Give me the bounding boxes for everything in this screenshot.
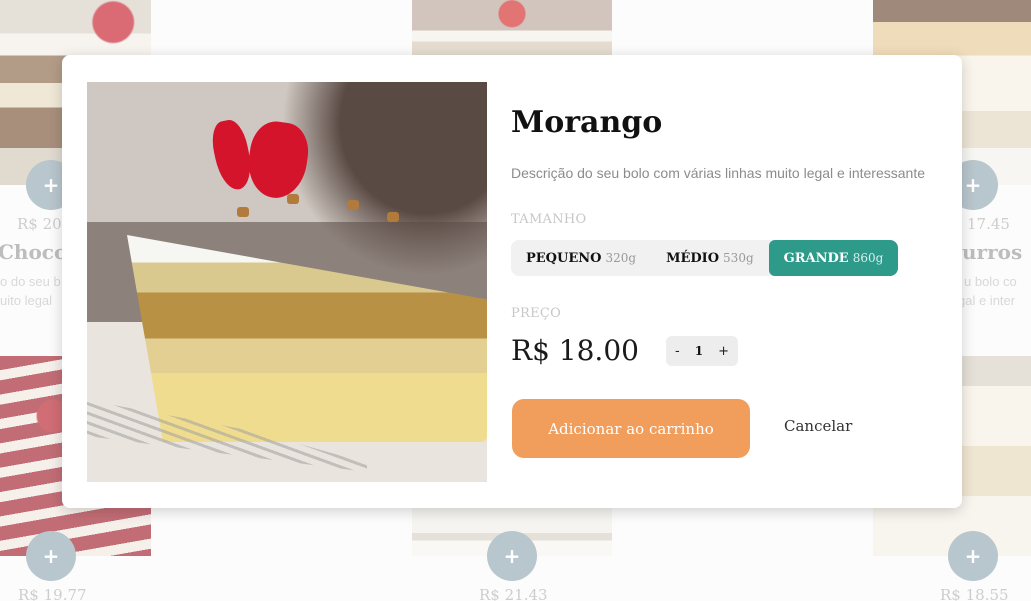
increment-button[interactable]: + bbox=[718, 344, 729, 359]
cake-slice-shape bbox=[127, 235, 487, 442]
size-label: TAMANHO bbox=[511, 212, 587, 227]
size-name: MÉDIO bbox=[666, 250, 720, 266]
size-selector: PEQUENO 320g MÉDIO 530g GRANDE 860g bbox=[511, 240, 899, 276]
nut-shape bbox=[387, 212, 399, 222]
nut-shape bbox=[237, 207, 249, 217]
quantity-value: 1 bbox=[694, 344, 704, 358]
strawberry-shape bbox=[243, 118, 313, 202]
add-to-cart-button[interactable]: Adicionar ao carrinho bbox=[512, 399, 750, 458]
product-photo bbox=[87, 82, 487, 482]
quantity-stepper: - 1 + bbox=[666, 336, 738, 366]
size-option-pequeno[interactable]: PEQUENO 320g bbox=[511, 240, 651, 276]
decrement-button[interactable]: - bbox=[675, 344, 680, 359]
size-weight: 320g bbox=[605, 251, 637, 265]
product-description: Descrição do seu bolo com várias linhas … bbox=[511, 165, 925, 181]
nut-shape bbox=[287, 194, 299, 204]
nut-shape bbox=[347, 200, 359, 210]
size-name: PEQUENO bbox=[526, 250, 602, 266]
size-option-grande[interactable]: GRANDE 860g bbox=[768, 240, 899, 276]
size-name: GRANDE bbox=[783, 250, 849, 266]
size-weight: 860g bbox=[852, 251, 884, 265]
product-modal: Morango Descrição do seu bolo com várias… bbox=[62, 55, 962, 508]
price-label: PREÇO bbox=[511, 306, 562, 321]
product-title: Morango bbox=[511, 105, 663, 140]
product-price: R$ 18.00 bbox=[511, 334, 639, 367]
cancel-button[interactable]: Cancelar bbox=[784, 417, 852, 435]
size-option-medio[interactable]: MÉDIO 530g bbox=[651, 240, 769, 276]
size-weight: 530g bbox=[723, 251, 754, 265]
